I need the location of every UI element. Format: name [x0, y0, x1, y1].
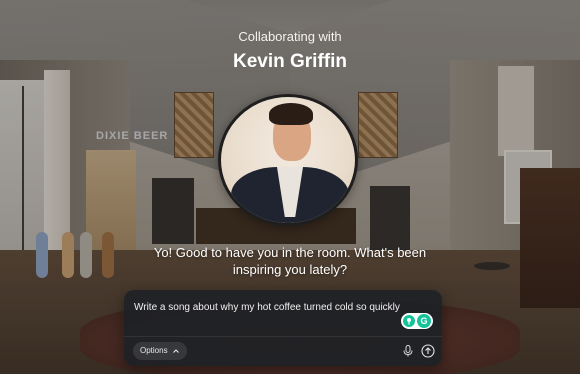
avatar-hair — [269, 103, 313, 125]
options-label: Options — [140, 346, 168, 355]
options-button[interactable]: Options — [133, 342, 187, 360]
header-subtitle: Collaborating with — [238, 29, 342, 44]
microphone-icon — [403, 345, 413, 357]
collaborator-avatar — [218, 94, 358, 226]
assistant-message: Yo! Good to have you in the room. What's… — [153, 245, 427, 277]
prompt-input[interactable] — [134, 298, 404, 316]
send-arrow-icon — [421, 344, 435, 358]
collaborator-name: Kevin Griffin — [232, 51, 347, 72]
message-composer: G Options — [124, 290, 442, 366]
chevron-up-icon — [172, 349, 179, 353]
microphone-button[interactable] — [400, 342, 416, 360]
collaborator-header: Collaborating with Kevin Griffin — [0, 28, 580, 75]
send-button[interactable] — [420, 343, 436, 359]
grammarly-badge[interactable]: G — [401, 313, 433, 329]
grammarly-icon: G — [417, 314, 431, 328]
grammarly-status-icon — [403, 315, 415, 327]
app-stage: DIXIE BEER Collaborating with Kevin Grif… — [0, 0, 580, 374]
composer-divider — [124, 336, 442, 337]
